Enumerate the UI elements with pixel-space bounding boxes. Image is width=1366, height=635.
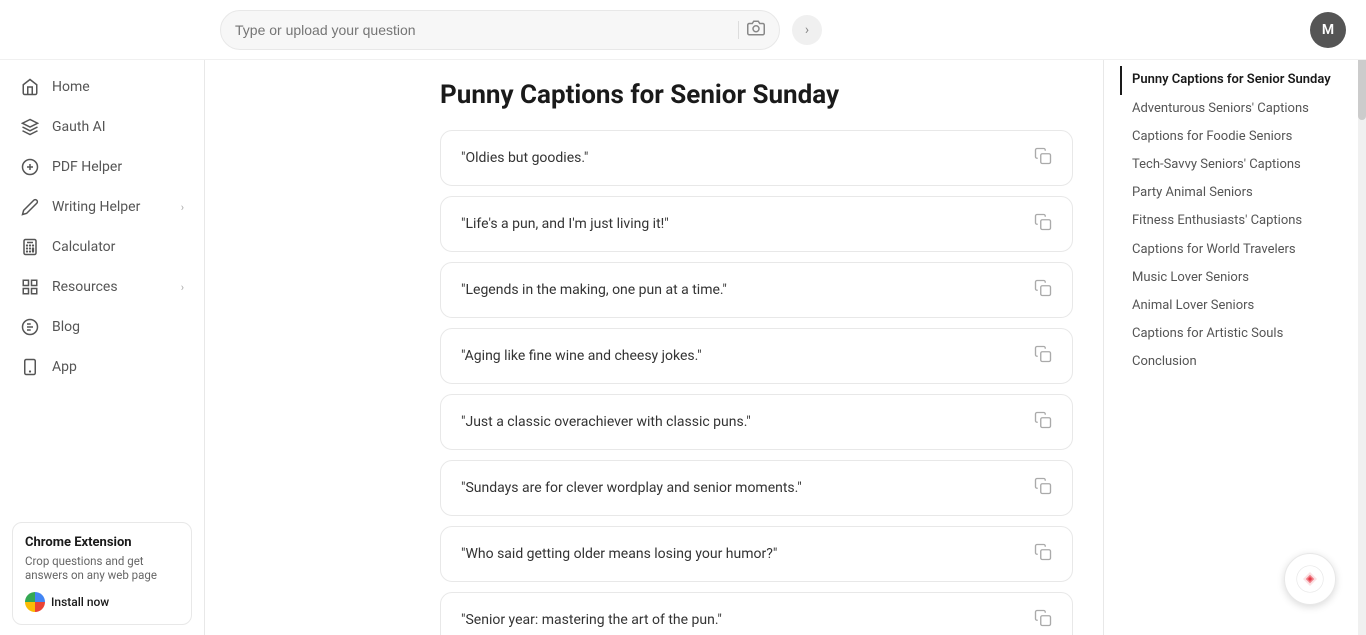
toc-item-music-lover[interactable]: Music Lover Seniors xyxy=(1120,264,1342,292)
sidebar-item-writing-helper-label: Writing Helper xyxy=(52,199,169,215)
chrome-extension-description: Crop questions and get answers on any we… xyxy=(25,554,179,582)
sidebar-nav: Home Gauth AI PDF Helper Writing Helper xyxy=(0,57,204,512)
sidebar-item-calculator[interactable]: Calculator xyxy=(0,227,204,267)
caption-text: "Legends in the making, one pun at a tim… xyxy=(461,282,1022,298)
avatar[interactable]: M xyxy=(1310,12,1346,48)
caption-card: "Life's a pun, and I'm just living it!" xyxy=(440,196,1073,252)
sidebar-item-writing-helper[interactable]: Writing Helper › xyxy=(0,187,204,227)
sidebar-item-app[interactable]: App xyxy=(0,347,204,387)
sidebar-item-calculator-label: Calculator xyxy=(52,239,184,255)
toc-item-world-travelers[interactable]: Captions for World Travelers xyxy=(1120,236,1342,264)
sidebar-item-blog[interactable]: Blog xyxy=(0,307,204,347)
caption-card: "Aging like fine wine and cheesy jokes." xyxy=(440,328,1073,384)
main-content: Punny Captions for Senior Sunday "Oldies… xyxy=(410,60,1103,635)
copy-icon[interactable] xyxy=(1034,279,1052,301)
caption-text: "Aging like fine wine and cheesy jokes." xyxy=(461,348,1022,364)
content-area: Punny Captions for Senior Sunday "Oldies… xyxy=(205,0,1366,635)
sidebar-item-resources[interactable]: Resources › xyxy=(0,267,204,307)
toc-item-party-animal[interactable]: Party Animal Seniors xyxy=(1120,179,1342,207)
copy-icon[interactable] xyxy=(1034,477,1052,499)
caption-card: "Legends in the making, one pun at a tim… xyxy=(440,262,1073,318)
table-of-contents: Create Unlimited Fun with Our Caption Ge… xyxy=(1103,0,1358,635)
caption-text: "Senior year: mastering the art of the p… xyxy=(461,612,1022,628)
search-input[interactable] xyxy=(235,22,730,38)
chrome-extension-banner: Chrome Extension Crop questions and get … xyxy=(12,522,192,625)
search-submit-button[interactable]: › xyxy=(792,15,822,45)
sidebar: Gauth Home Gauth AI PDF Helper xyxy=(0,0,205,635)
chrome-install-button[interactable]: Install now xyxy=(51,595,109,609)
sidebar-item-pdf-helper-label: PDF Helper xyxy=(52,159,184,175)
toc-item-adventurous[interactable]: Adventurous Seniors' Captions xyxy=(1120,95,1342,123)
caption-text: "Just a classic overachiever with classi… xyxy=(461,414,1022,430)
ai-icon xyxy=(20,117,40,137)
sidebar-item-home-label: Home xyxy=(52,79,184,95)
copy-icon[interactable] xyxy=(1034,147,1052,169)
chrome-extension-title: Chrome Extension xyxy=(25,535,179,550)
sidebar-item-home[interactable]: Home xyxy=(0,67,204,107)
blog-icon xyxy=(20,317,40,337)
caption-card: "Just a classic overachiever with classi… xyxy=(440,394,1073,450)
grid-icon xyxy=(20,277,40,297)
caption-card: "Oldies but goodies." xyxy=(440,130,1073,186)
caption-text: "Oldies but goodies." xyxy=(461,150,1022,166)
caption-card: "Who said getting older means losing you… xyxy=(440,526,1073,582)
app-icon xyxy=(20,357,40,377)
sidebar-item-gauth-ai-label: Gauth AI xyxy=(52,119,184,135)
sidebar-item-app-label: App xyxy=(52,359,184,375)
caption-text: "Sundays are for clever wordplay and sen… xyxy=(461,480,1022,496)
calculator-icon xyxy=(20,237,40,257)
sidebar-item-pdf-helper[interactable]: PDF Helper xyxy=(0,147,204,187)
scrollbar[interactable] xyxy=(1358,0,1366,635)
toc-item-conclusion[interactable]: Conclusion xyxy=(1120,348,1342,376)
pdf-icon xyxy=(20,157,40,177)
copy-icon[interactable] xyxy=(1034,411,1052,433)
page-title: Punny Captions for Senior Sunday xyxy=(440,80,1073,110)
copy-icon[interactable] xyxy=(1034,543,1052,565)
sidebar-item-gauth-ai[interactable]: Gauth AI xyxy=(0,107,204,147)
caption-list: "Oldies but goodies." "Life's a pun, and… xyxy=(440,130,1073,635)
search-bar[interactable] xyxy=(220,10,780,50)
caption-text: "Life's a pun, and I'm just living it!" xyxy=(461,216,1022,232)
toc-list: Create Unlimited Fun with Our Caption Ge… xyxy=(1120,20,1342,376)
toc-item-punny-captions[interactable]: Punny Captions for Senior Sunday xyxy=(1120,66,1342,94)
search-divider xyxy=(738,21,739,39)
toc-item-animal-lover[interactable]: Animal Lover Seniors xyxy=(1120,292,1342,320)
copy-icon[interactable] xyxy=(1034,609,1052,631)
floating-gauth-button[interactable] xyxy=(1284,553,1336,605)
pen-icon xyxy=(20,197,40,217)
toc-item-fitness[interactable]: Fitness Enthusiasts' Captions xyxy=(1120,207,1342,235)
toc-item-artistic[interactable]: Captions for Artistic Souls xyxy=(1120,320,1342,348)
chevron-right-icon: › xyxy=(181,201,184,214)
sidebar-item-blog-label: Blog xyxy=(52,319,184,335)
home-icon xyxy=(20,77,40,97)
caption-card: "Sundays are for clever wordplay and sen… xyxy=(440,460,1073,516)
camera-icon[interactable] xyxy=(747,19,765,41)
copy-icon[interactable] xyxy=(1034,213,1052,235)
sidebar-item-resources-label: Resources xyxy=(52,279,169,295)
caption-text: "Who said getting older means losing you… xyxy=(461,546,1022,562)
copy-icon[interactable] xyxy=(1034,345,1052,367)
toc-item-tech-savvy[interactable]: Tech-Savvy Seniors' Captions xyxy=(1120,151,1342,179)
caption-card: "Senior year: mastering the art of the p… xyxy=(440,592,1073,635)
header: › M xyxy=(0,0,1366,60)
chrome-logo-icon xyxy=(25,592,45,612)
chevron-right-icon-2: › xyxy=(181,281,184,294)
toc-item-foodie[interactable]: Captions for Foodie Seniors xyxy=(1120,123,1342,151)
